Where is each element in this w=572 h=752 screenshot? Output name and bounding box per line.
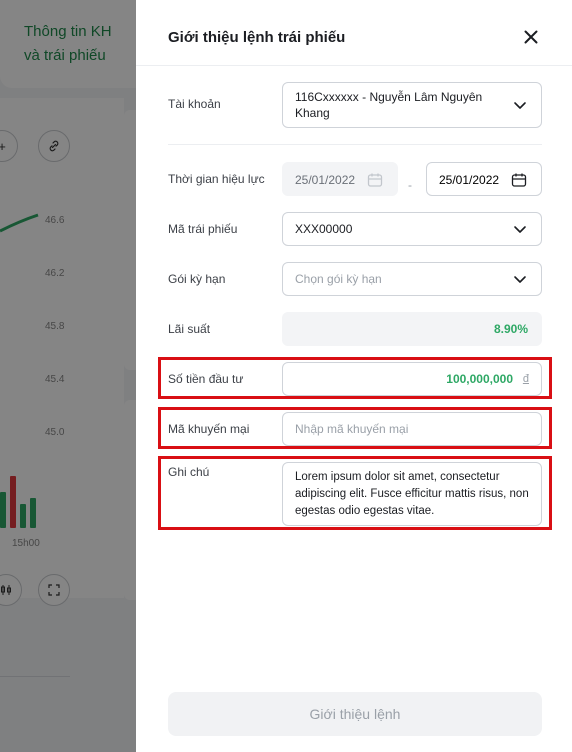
divider [168,144,542,145]
axis-tick: 45.8 [45,321,65,332]
term-package-label: Gói kỳ hạn [168,272,226,286]
background-tab: Thông tin KH và trái phiếu [0,0,136,88]
note-textarea[interactable]: Lorem ipsum dolor sit amet, consectetur … [282,462,542,526]
promo-code-placeholder: Nhập mã khuyến mại [295,422,409,436]
axis-tick: 45.0 [45,427,65,438]
term-package-placeholder: Chọn gói kỳ hạn [295,272,382,286]
account-label: Tài khoản [168,97,221,111]
volume-bar [0,492,6,528]
calendar-icon[interactable] [511,172,527,188]
validity-label: Thời gian hiệu lực [168,172,265,186]
investment-amount-label: Số tiền đầu tư [168,372,244,386]
account-select[interactable]: 116Cxxxxxx - Nguyễn Lâm Nguyên Khang [282,82,542,128]
validity-from-value: 25/01/2022 [295,173,356,187]
background-card [124,110,136,370]
submit-button[interactable]: Giới thiệu lệnh [168,692,542,736]
validity-to-field[interactable]: 25/01/2022 [426,162,542,196]
volume-bar [30,498,36,528]
bond-code-value: XXX00000 [295,222,353,236]
account-value: 116Cxxxxxx - Nguyễn Lâm Nguyên Khang [295,90,483,120]
axis-tick: 46.6 [45,215,65,226]
close-icon[interactable] [520,26,542,48]
currency-unit: đ [522,373,529,385]
chevron-down-icon [514,102,526,109]
background-chart-card [0,98,124,598]
price-line [0,213,39,233]
volume-bar [20,504,26,528]
fullscreen-icon [38,574,70,606]
promo-code-input[interactable]: Nhập mã khuyến mại [282,412,542,446]
panel-header: Giới thiệu lệnh trái phiếu [136,0,572,66]
background-card [124,400,136,600]
volume-bar [10,476,16,528]
intro-order-panel: Giới thiệu lệnh trái phiếu Tài khoản 116… [136,0,572,752]
interest-rate-field: 8.90% [282,312,542,346]
interest-rate-label: Lãi suất [168,322,211,336]
time-label: 15h00 [12,538,40,549]
divider [0,676,70,677]
bond-code-select[interactable]: XXX00000 [282,212,542,246]
note-label: Ghi chú [168,465,210,479]
bond-code-label: Mã trái phiếu [168,222,238,236]
panel-title: Giới thiệu lệnh trái phiếu [168,29,346,46]
validity-from-field: 25/01/2022 [282,162,398,196]
date-separator: - [408,178,412,192]
interest-rate-value: 8.90% [493,322,528,336]
validity-to-value: 25/01/2022 [439,173,500,187]
chevron-down-icon [514,226,526,233]
chevron-down-icon [514,276,526,283]
link-icon [38,130,70,162]
investment-amount-input[interactable]: 100,000,000 đ [282,362,542,396]
axis-tick: 46.2 [45,268,65,279]
promo-code-label: Mã khuyến mại [168,422,250,436]
investment-amount-value: 100,000,000 [446,372,513,386]
background-tab-label: Thông tin KH và trái phiếu [24,23,112,64]
calendar-icon [367,173,383,187]
axis-tick: 45.4 [45,374,65,385]
term-package-select[interactable]: Chọn gói kỳ hạn [282,262,542,296]
